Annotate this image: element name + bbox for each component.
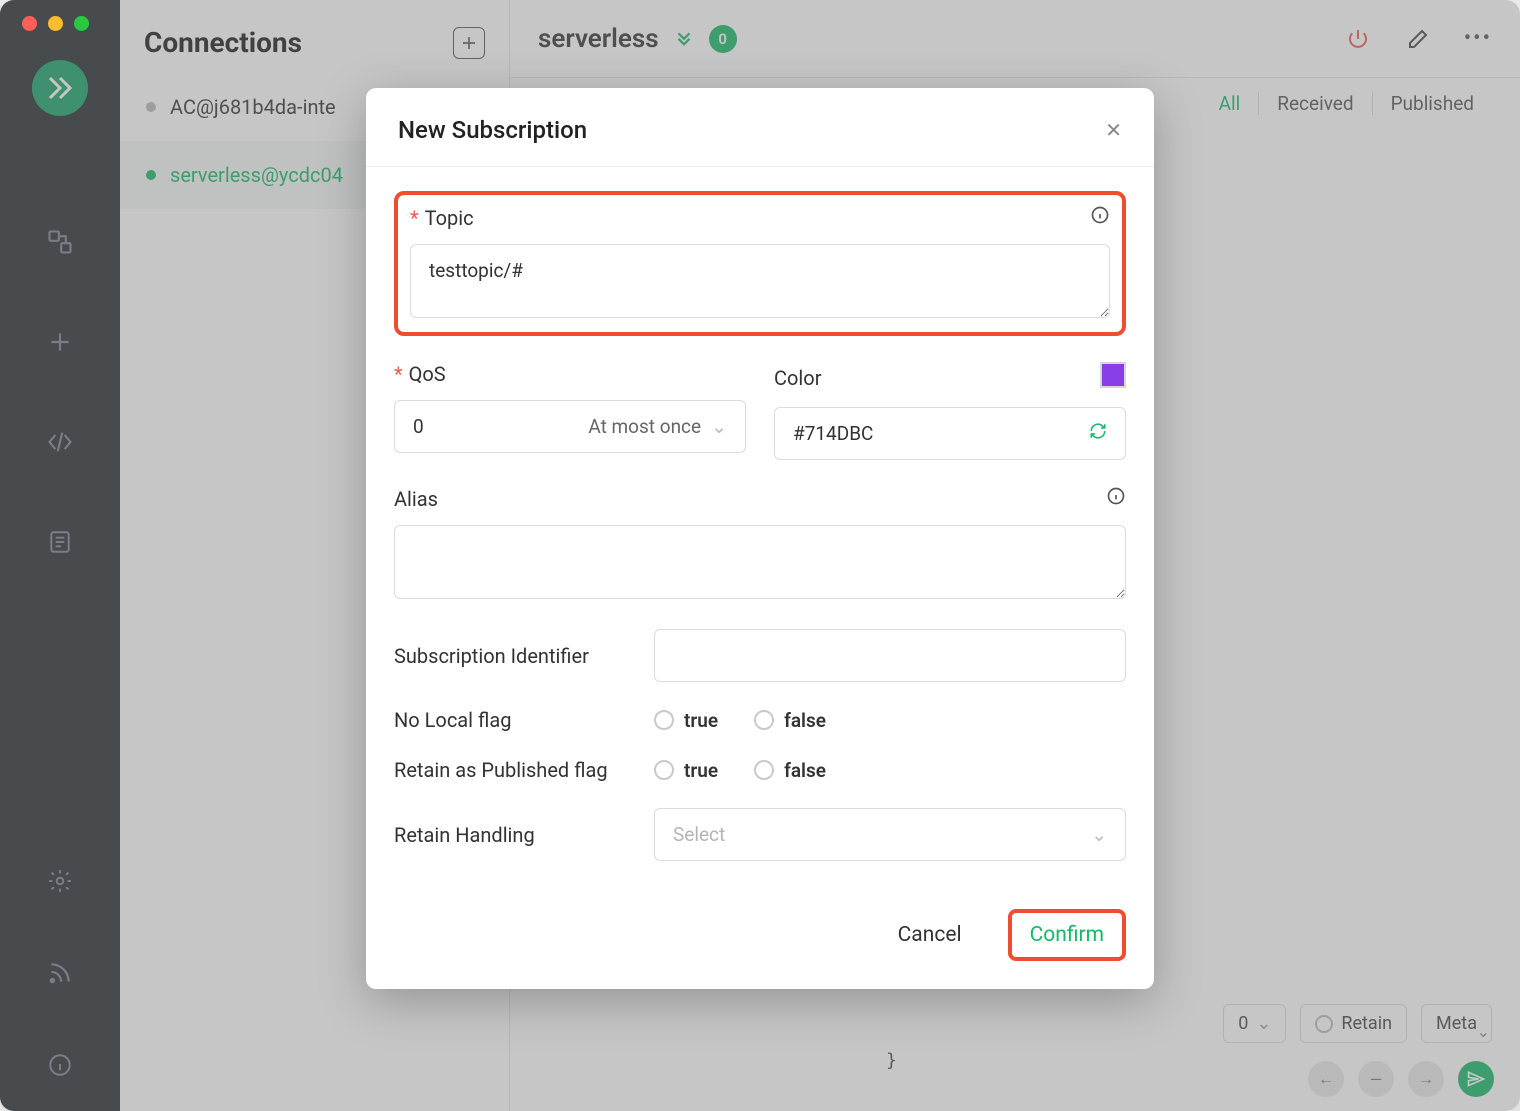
color-input[interactable]: #714DBC: [774, 407, 1126, 460]
window-zoom[interactable]: [74, 16, 89, 31]
alias-input[interactable]: [394, 525, 1126, 599]
color-preview[interactable]: [1100, 362, 1126, 388]
radio-icon: [754, 760, 774, 780]
color-label: Color: [774, 366, 821, 390]
modal-overlay[interactable]: New Subscription ✕ * Topic: [0, 0, 1520, 1111]
radio-icon: [654, 760, 674, 780]
retain-pub-true[interactable]: true: [654, 759, 718, 782]
topic-input[interactable]: [410, 244, 1110, 318]
radio-icon: [754, 710, 774, 730]
radio-icon: [654, 710, 674, 730]
topic-label: Topic: [425, 206, 474, 230]
chevron-down-icon: ⌄: [1091, 823, 1107, 846]
sub-id-input[interactable]: [654, 629, 1126, 682]
no-local-false[interactable]: false: [754, 709, 826, 732]
alias-label: Alias: [394, 487, 438, 511]
info-icon[interactable]: [1090, 205, 1110, 230]
window-minimize[interactable]: [48, 16, 63, 31]
qos-select[interactable]: 0 At most once ⌄: [394, 400, 746, 453]
refresh-icon[interactable]: [1089, 422, 1107, 445]
app-window: Connections AC@j681b4da-inte serverless@…: [0, 0, 1520, 1111]
window-close[interactable]: [22, 16, 37, 31]
no-local-true[interactable]: true: [654, 709, 718, 732]
retain-handling-select[interactable]: Select ⌄: [654, 808, 1126, 861]
confirm-button[interactable]: Confirm: [1008, 909, 1126, 961]
required-marker: *: [410, 206, 419, 230]
qos-label: QoS: [409, 362, 446, 386]
info-icon[interactable]: [1106, 486, 1126, 511]
close-icon[interactable]: ✕: [1105, 118, 1122, 142]
retain-pub-false[interactable]: false: [754, 759, 826, 782]
modal-title: New Subscription: [398, 116, 587, 144]
window-controls: [22, 16, 89, 31]
chevron-down-icon: ⌄: [711, 415, 727, 438]
new-subscription-modal: New Subscription ✕ * Topic: [366, 88, 1154, 989]
retain-pub-label: Retain as Published flag: [394, 758, 624, 782]
cancel-button[interactable]: Cancel: [880, 913, 980, 957]
topic-highlight: * Topic: [394, 191, 1126, 336]
no-local-label: No Local flag: [394, 708, 624, 732]
retain-handling-label: Retain Handling: [394, 823, 624, 847]
sub-id-label: Subscription Identifier: [394, 644, 624, 668]
required-marker: *: [394, 362, 403, 386]
